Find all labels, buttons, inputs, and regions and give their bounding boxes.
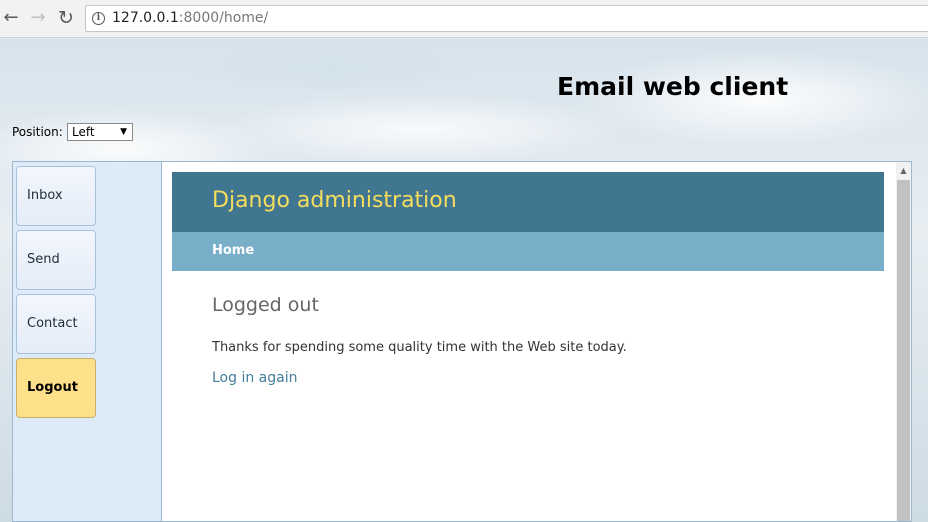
main-frame: Inbox Send Contact Logout Django adminis… [12,161,912,522]
login-again-link[interactable]: Log in again [212,370,297,386]
back-arrow-icon[interactable]: ← [0,7,22,29]
scroll-up-arrow-icon[interactable]: ▲ [896,164,911,178]
url-path: :8000/home/ [178,10,269,26]
address-bar[interactable]: i 127.0.0.1:8000/home/ [85,5,928,32]
info-icon[interactable]: i [92,12,105,25]
sidebar-item-label: Contact [27,316,78,331]
position-select[interactable]: Left ▼ [67,123,133,141]
url-text[interactable]: 127.0.0.1:8000/home/ [112,10,268,26]
site-title[interactable]: Django administration [212,188,457,213]
sidebar-item-inbox[interactable]: Inbox [16,166,96,226]
sidebar-item-contact[interactable]: Contact [16,294,96,354]
forward-arrow-icon[interactable]: → [27,7,49,29]
dropdown-arrow-icon: ▼ [120,127,127,137]
breadcrumb: Home [172,232,884,271]
browser-toolbar: ← → ↻ i 127.0.0.1:8000/home/ [0,0,928,38]
logout-message: Thanks for spending some quality time wi… [212,340,627,355]
page-title: Logged out [212,294,319,316]
sidebar: Inbox Send Contact Logout [13,162,162,521]
sidebar-item-label: Logout [27,380,78,395]
scroll-thumb[interactable] [897,180,910,521]
content-iframe: Django administration Home Logged out Th… [162,162,896,521]
position-select-value: Left [72,125,95,139]
scrollbar[interactable]: ▲ [896,162,911,521]
position-label: Position: [12,125,63,139]
sidebar-item-label: Inbox [27,188,63,203]
sidebar-item-logout[interactable]: Logout [16,358,96,418]
sidebar-item-label: Send [27,252,60,267]
app-title: Email web client [557,72,789,101]
sidebar-item-send[interactable]: Send [16,230,96,290]
reload-icon[interactable]: ↻ [55,7,77,29]
django-header: Django administration [172,172,884,232]
breadcrumb-home-link[interactable]: Home [212,243,254,258]
url-host: 127.0.0.1 [112,10,179,26]
